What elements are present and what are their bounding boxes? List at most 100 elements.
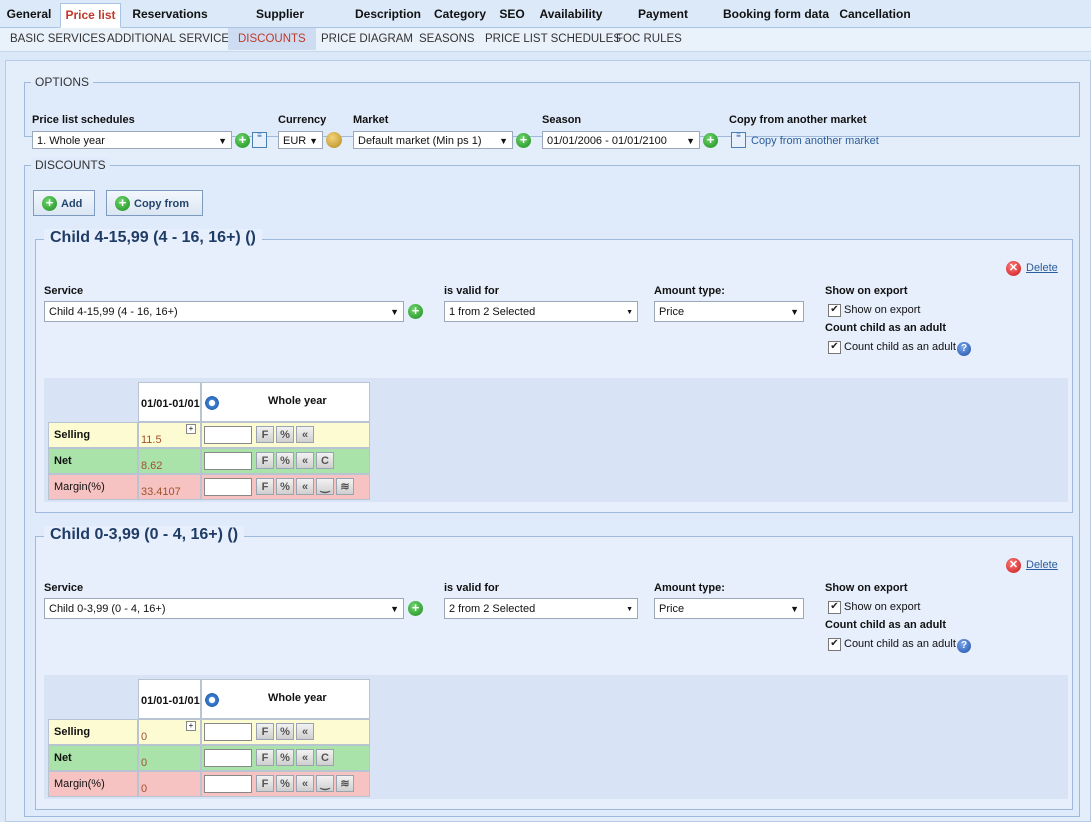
tab-seo[interactable]: SEO (498, 3, 526, 26)
tab-general[interactable]: General (4, 3, 54, 26)
percent-button[interactable]: % (276, 775, 294, 792)
gear-icon[interactable] (204, 395, 220, 411)
delete-icon[interactable]: ✕ (1006, 558, 1021, 573)
margin-input[interactable] (204, 775, 252, 793)
back-button[interactable]: « (296, 775, 314, 792)
back-button[interactable]: « (296, 478, 314, 495)
amount-type-select[interactable]: Price ▼ (654, 598, 804, 619)
expand-icon[interactable]: + (186, 721, 196, 731)
currency-select[interactable]: EUR ▼ (278, 131, 323, 149)
round-button[interactable]: ‿ (316, 478, 334, 495)
market-select[interactable]: Default market (Min ps 1) ▼ (353, 131, 513, 149)
selling-input[interactable] (204, 426, 252, 444)
gear-icon[interactable] (204, 692, 220, 708)
subtab-price-diagram[interactable]: PRICE DIAGRAM (321, 28, 413, 50)
fixed-button[interactable]: F (256, 426, 274, 443)
fixed-button[interactable]: F (256, 452, 274, 469)
expand-all-button[interactable]: ≋ (336, 478, 354, 495)
options-fieldset: OPTIONS Price list schedules 1. Whole ye… (24, 75, 1080, 149)
tab-availability[interactable]: Availability (538, 3, 604, 26)
amount-type-select[interactable]: Price ▼ (654, 301, 804, 322)
tab-cancellation[interactable]: Cancellation (839, 3, 911, 26)
net-input[interactable] (204, 452, 252, 470)
percent-button[interactable]: % (276, 426, 294, 443)
add-service-icon[interactable]: + (408, 601, 423, 616)
subtab-price-list-schedules[interactable]: PRICE LIST SCHEDULES (485, 28, 621, 50)
fixed-button[interactable]: F (256, 749, 274, 766)
plus-icon: + (42, 196, 57, 211)
tab-price-list[interactable]: Price list (60, 3, 121, 28)
add-season-icon[interactable]: + (703, 133, 718, 148)
copy-market-link[interactable]: Copy from another market (751, 135, 879, 147)
back-button[interactable]: « (296, 723, 314, 740)
back-button[interactable]: « (296, 749, 314, 766)
fixed-button[interactable]: F (256, 478, 274, 495)
percent-button[interactable]: % (276, 478, 294, 495)
help-icon[interactable]: ? (957, 342, 971, 356)
delete-icon[interactable]: ✕ (1006, 261, 1021, 276)
calc-button[interactable]: C (316, 749, 334, 766)
add-schedule-icon[interactable]: + (235, 133, 250, 148)
show-on-export-cb-label: Show on export (844, 304, 921, 316)
subtab-additional-services[interactable]: ADDITIONAL SERVICES (107, 28, 237, 50)
fixed-button[interactable]: F (256, 775, 274, 792)
schedules-select[interactable]: 1. Whole year ▼ (32, 131, 232, 149)
season-label: Season (542, 114, 582, 126)
period-header: 01/01-01/01 (141, 695, 200, 707)
round-button[interactable]: ‿ (316, 775, 334, 792)
delete-link[interactable]: Delete (1026, 559, 1058, 571)
net-input[interactable] (204, 749, 252, 767)
help-icon[interactable]: ? (957, 639, 971, 653)
percent-button[interactable]: % (276, 452, 294, 469)
count-adult-cb-label: Count child as an adult (844, 341, 956, 353)
tab-payment-settings[interactable]: Payment settings (614, 3, 712, 44)
margin-input[interactable] (204, 478, 252, 496)
subtab-seasons[interactable]: SEASONS (419, 28, 475, 50)
valid-for-select[interactable]: 1 from 2 Selected ▼ (444, 301, 638, 322)
subtab-discounts[interactable]: DISCOUNTS (228, 28, 316, 50)
season-select[interactable]: 01/01/2006 - 01/01/2100 ▼ (542, 131, 700, 149)
subtab-basic-services[interactable]: BASIC SERVICES (10, 28, 106, 50)
net-value-cell: 0 (138, 745, 201, 771)
expand-all-button[interactable]: ≋ (336, 775, 354, 792)
calc-button[interactable]: C (316, 452, 334, 469)
back-button[interactable]: « (296, 452, 314, 469)
copy-from-button[interactable]: + Copy from (106, 190, 203, 216)
selling-label-cell: Selling (48, 719, 138, 745)
percent-button[interactable]: % (276, 749, 294, 766)
copy-icon[interactable]: ≡ (731, 132, 746, 148)
add-market-icon[interactable]: + (516, 133, 531, 148)
tab-description[interactable]: Description (353, 3, 423, 26)
add-button[interactable]: + Add (33, 190, 95, 216)
subtab-foc-rules[interactable]: FOC RULES (616, 28, 682, 50)
currency-rates-icon[interactable] (326, 132, 342, 148)
back-button[interactable]: « (296, 426, 314, 443)
edit-schedule-icon[interactable]: ≡ (252, 132, 267, 148)
tab-supplier-confirmations[interactable]: Supplier confirmations (217, 3, 343, 44)
fixed-button[interactable]: F (256, 723, 274, 740)
delete-link[interactable]: Delete (1026, 262, 1058, 274)
valid-for-select[interactable]: 2 from 2 Selected ▼ (444, 598, 638, 619)
count-adult-label: Count child as an adult (825, 619, 947, 631)
show-on-export-label: Show on export (825, 285, 908, 297)
market-value: Default market (Min ps 1) (358, 135, 482, 147)
percent-button[interactable]: % (276, 723, 294, 740)
tab-category[interactable]: Category (432, 3, 488, 26)
season-header: Whole year (268, 395, 327, 407)
price-table: 01/01-01/01 Whole year Selling 11.5 + F %… (48, 382, 370, 500)
amount-type-label: Amount type: (654, 285, 725, 297)
service-select[interactable]: Child 0-3,99 (0 - 4, 16+) ▼ (44, 598, 404, 619)
expand-icon[interactable]: + (186, 424, 196, 434)
valid-for-label: is valid for (444, 582, 500, 594)
selling-input[interactable] (204, 723, 252, 741)
tab-booking-form-data[interactable]: Booking form data (722, 3, 830, 26)
add-service-icon[interactable]: + (408, 304, 423, 319)
net-input-cell: F % « C (201, 745, 370, 771)
count-adult-checkbox[interactable]: ✔ (828, 638, 841, 651)
show-on-export-checkbox[interactable]: ✔ (828, 304, 841, 317)
count-adult-checkbox[interactable]: ✔ (828, 341, 841, 354)
show-on-export-checkbox[interactable]: ✔ (828, 601, 841, 614)
chevron-down-icon: ▼ (626, 309, 633, 316)
tab-reservations[interactable]: Reservations (131, 3, 209, 26)
service-select[interactable]: Child 4-15,99 (4 - 16, 16+) ▼ (44, 301, 404, 322)
